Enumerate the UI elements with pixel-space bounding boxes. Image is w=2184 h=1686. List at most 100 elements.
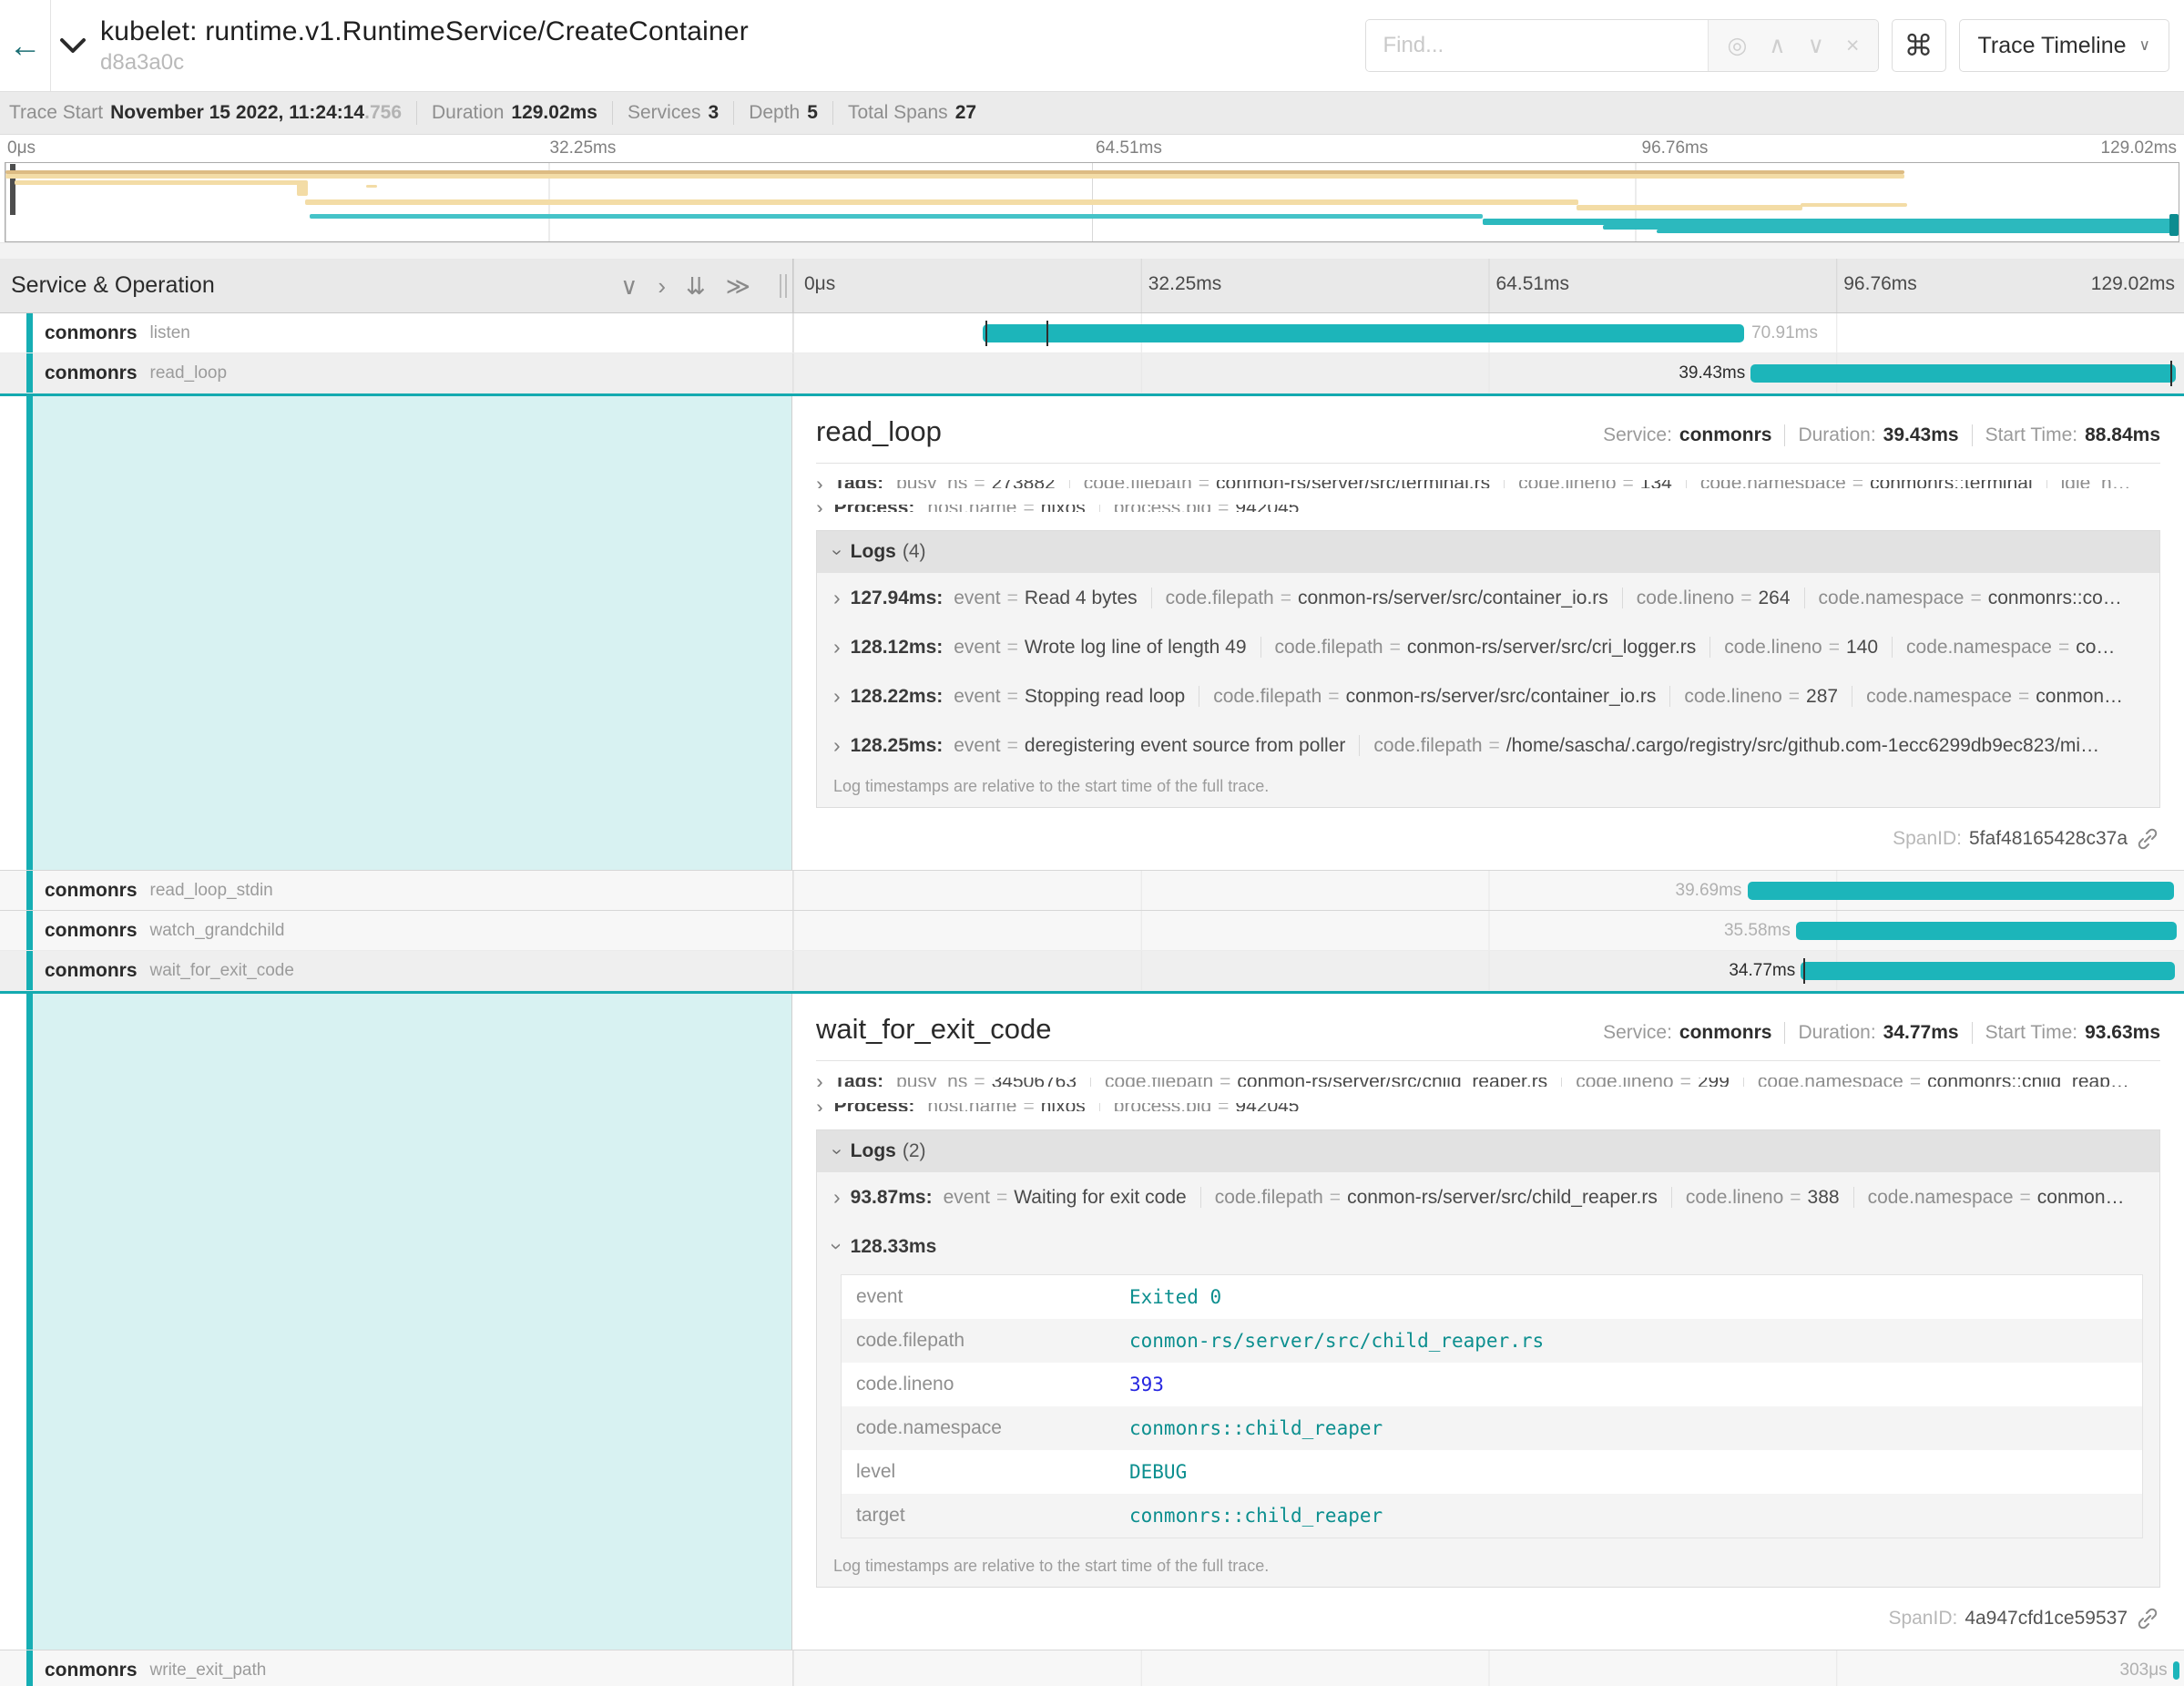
minimap-span-segment bbox=[15, 180, 301, 185]
span-name-cell[interactable]: conmonrs read_loop_stdin bbox=[0, 871, 792, 910]
minimap-span-segment bbox=[366, 185, 377, 188]
span-timeline-cell[interactable]: 39.69ms bbox=[792, 871, 2184, 910]
log-marker bbox=[985, 321, 987, 346]
search-input[interactable] bbox=[1366, 20, 1708, 71]
minimap-canvas[interactable] bbox=[5, 162, 2179, 242]
log-value: Stopping read loop bbox=[1025, 686, 1185, 708]
span-timeline-cell[interactable]: 34.77ms bbox=[792, 951, 2184, 990]
log-key: code.namespace bbox=[1868, 1187, 2014, 1209]
column-resize-handle[interactable] bbox=[780, 274, 787, 298]
trace-summary-bar: Trace Start November 15 2022, 11:24:14 .… bbox=[0, 91, 2184, 135]
span-bar[interactable] bbox=[983, 324, 1745, 342]
logs-count: (2) bbox=[903, 1140, 926, 1162]
table-row: code.filepath conmon-rs/server/src/child… bbox=[842, 1319, 2142, 1363]
timeline-tick: 129.02ms bbox=[2091, 273, 2175, 295]
process-row[interactable]: › Process: host.name=nixos process.pid=9… bbox=[816, 505, 2160, 513]
next-match-icon[interactable]: ∨ bbox=[1808, 35, 1824, 57]
span-bar[interactable] bbox=[1796, 922, 2177, 940]
table-value: conmonrs::child_reaper bbox=[1115, 1494, 2142, 1538]
start-time-value: 93.63ms bbox=[2085, 1022, 2160, 1044]
trace-start-value: November 15 2022, 11:24:14 bbox=[110, 102, 364, 124]
span-name-cell[interactable]: conmonrs write_exit_path bbox=[0, 1650, 792, 1686]
expand-one-icon[interactable]: › bbox=[658, 274, 666, 298]
copy-link-icon[interactable] bbox=[2137, 1608, 2158, 1630]
minimap-span-segment bbox=[310, 214, 1483, 219]
minimap-span-segment bbox=[1801, 203, 1907, 207]
separator bbox=[1743, 1078, 1744, 1087]
span-row-listen[interactable]: conmonrs listen 70.91ms bbox=[0, 313, 2184, 353]
process-key: process.pid bbox=[1114, 1103, 1211, 1112]
separator bbox=[1099, 1103, 1100, 1112]
expand-all-icon[interactable]: ≫ bbox=[726, 274, 750, 298]
span-service: conmonrs bbox=[45, 322, 138, 344]
span-timeline-cell[interactable]: 35.58ms bbox=[792, 911, 2184, 950]
logs-count: (4) bbox=[903, 541, 926, 563]
log-entry[interactable]: › 93.87ms: event=Waiting for exit code c… bbox=[817, 1172, 2159, 1221]
keyboard-shortcuts-button[interactable]: ⌘ bbox=[1892, 19, 1946, 72]
logs-label: Logs bbox=[851, 541, 896, 563]
tags-label: Tags: bbox=[834, 1078, 883, 1087]
process-key: host.name bbox=[927, 1103, 1016, 1112]
ruler-tick: 64.51ms bbox=[1096, 138, 1162, 158]
span-name-cell[interactable]: conmonrs watch_grandchild bbox=[0, 911, 792, 950]
span-timeline-cell[interactable]: 39.43ms bbox=[792, 353, 2184, 393]
copy-link-icon[interactable] bbox=[2137, 828, 2158, 850]
span-detail-content: read_loop Service: conmonrs Duration: 39… bbox=[792, 393, 2184, 870]
table-row: code.lineno 393 bbox=[842, 1363, 2142, 1406]
span-row-write-exit-path[interactable]: conmonrs write_exit_path 303μs bbox=[0, 1650, 2184, 1686]
prev-match-icon[interactable]: ∧ bbox=[1769, 35, 1785, 57]
log-entry-expanded[interactable]: › 128.33ms bbox=[817, 1221, 2159, 1271]
span-detail-meta: Service: conmonrs Duration: 34.77ms Star… bbox=[1603, 1022, 2160, 1044]
process-label: Process: bbox=[834, 505, 915, 513]
span-bar[interactable] bbox=[1801, 962, 2175, 980]
span-bar[interactable] bbox=[1748, 882, 2175, 900]
separator bbox=[1260, 637, 1261, 658]
ruler-tick: 96.76ms bbox=[1642, 138, 1709, 158]
collapse-one-icon[interactable]: ∨ bbox=[620, 274, 638, 298]
collapse-all-icon[interactable]: ⇊ bbox=[686, 274, 706, 298]
logs-note: Log timestamps are relative to the start… bbox=[817, 770, 2159, 807]
log-value: conmonrs::co… bbox=[1988, 588, 2122, 609]
span-row-wait-for-exit-code[interactable]: conmonrs wait_for_exit_code 34.77ms bbox=[0, 951, 2184, 991]
header-controls: ◎ ∧ ∨ × ⌘ Trace Timeline ∨ bbox=[1365, 19, 2169, 72]
span-bar[interactable] bbox=[1750, 364, 2175, 383]
view-selector-button[interactable]: Trace Timeline ∨ bbox=[1959, 19, 2169, 72]
log-entry[interactable]: › 128.12ms: event=Wrote log line of leng… bbox=[817, 622, 2159, 671]
span-name-cell[interactable]: conmonrs read_loop bbox=[0, 353, 792, 393]
table-key: event bbox=[842, 1275, 1115, 1319]
logs-header[interactable]: › Logs (2) bbox=[817, 1130, 2159, 1172]
span-row-read-loop[interactable]: conmonrs read_loop 39.43ms bbox=[0, 353, 2184, 393]
span-operation: write_exit_path bbox=[150, 1660, 267, 1681]
log-entry[interactable]: › 128.22ms: event=Stopping read loop cod… bbox=[817, 671, 2159, 720]
span-row-read-loop-stdin[interactable]: conmonrs read_loop_stdin 39.69ms bbox=[0, 871, 2184, 911]
back-button[interactable]: ← bbox=[0, 0, 51, 91]
collapse-header-button[interactable] bbox=[51, 37, 95, 54]
log-marker bbox=[1046, 321, 1048, 346]
find-group: ◎ ∧ ∨ × bbox=[1365, 19, 1878, 72]
log-key: code.namespace bbox=[1906, 637, 2052, 659]
log-key: code.filepath bbox=[1215, 1187, 1323, 1209]
tags-row[interactable]: › Tags: busy_ns=273882 code.filepath=con… bbox=[816, 480, 2160, 488]
span-timeline-cell[interactable]: 70.91ms bbox=[792, 313, 2184, 353]
span-row-watch-grandchild[interactable]: conmonrs watch_grandchild 35.58ms bbox=[0, 911, 2184, 951]
log-entry[interactable]: › 127.94ms: event=Read 4 bytes code.file… bbox=[817, 573, 2159, 622]
tag-key: code.lineno bbox=[1576, 1078, 1673, 1087]
table-key: target bbox=[842, 1494, 1115, 1538]
span-service: conmonrs bbox=[45, 1660, 138, 1681]
tags-row[interactable]: › Tags: busy_ns=34506763 code.filepath=c… bbox=[816, 1078, 2160, 1087]
log-entry[interactable]: › 128.25ms: event=deregistering event so… bbox=[817, 720, 2159, 770]
match-case-icon[interactable]: ◎ bbox=[1727, 35, 1747, 57]
process-value: 942045 bbox=[1235, 505, 1299, 513]
chevron-down-icon bbox=[59, 37, 87, 54]
span-timeline-cell[interactable]: 303μs bbox=[792, 1650, 2184, 1686]
span-duration-label: 34.77ms bbox=[1729, 961, 1795, 981]
span-bar[interactable] bbox=[2173, 1661, 2179, 1680]
logs-header[interactable]: › Logs (4) bbox=[817, 531, 2159, 573]
log-value: Read 4 bytes bbox=[1025, 588, 1138, 609]
process-row[interactable]: › Process: host.name=nixos process.pid=9… bbox=[816, 1103, 2160, 1112]
span-operation: read_loop_stdin bbox=[150, 881, 273, 901]
clear-search-icon[interactable]: × bbox=[1846, 35, 1860, 57]
span-name-cell[interactable]: conmonrs listen bbox=[0, 313, 792, 353]
span-name-cell[interactable]: conmonrs wait_for_exit_code bbox=[0, 951, 792, 990]
separator bbox=[1622, 588, 1623, 608]
